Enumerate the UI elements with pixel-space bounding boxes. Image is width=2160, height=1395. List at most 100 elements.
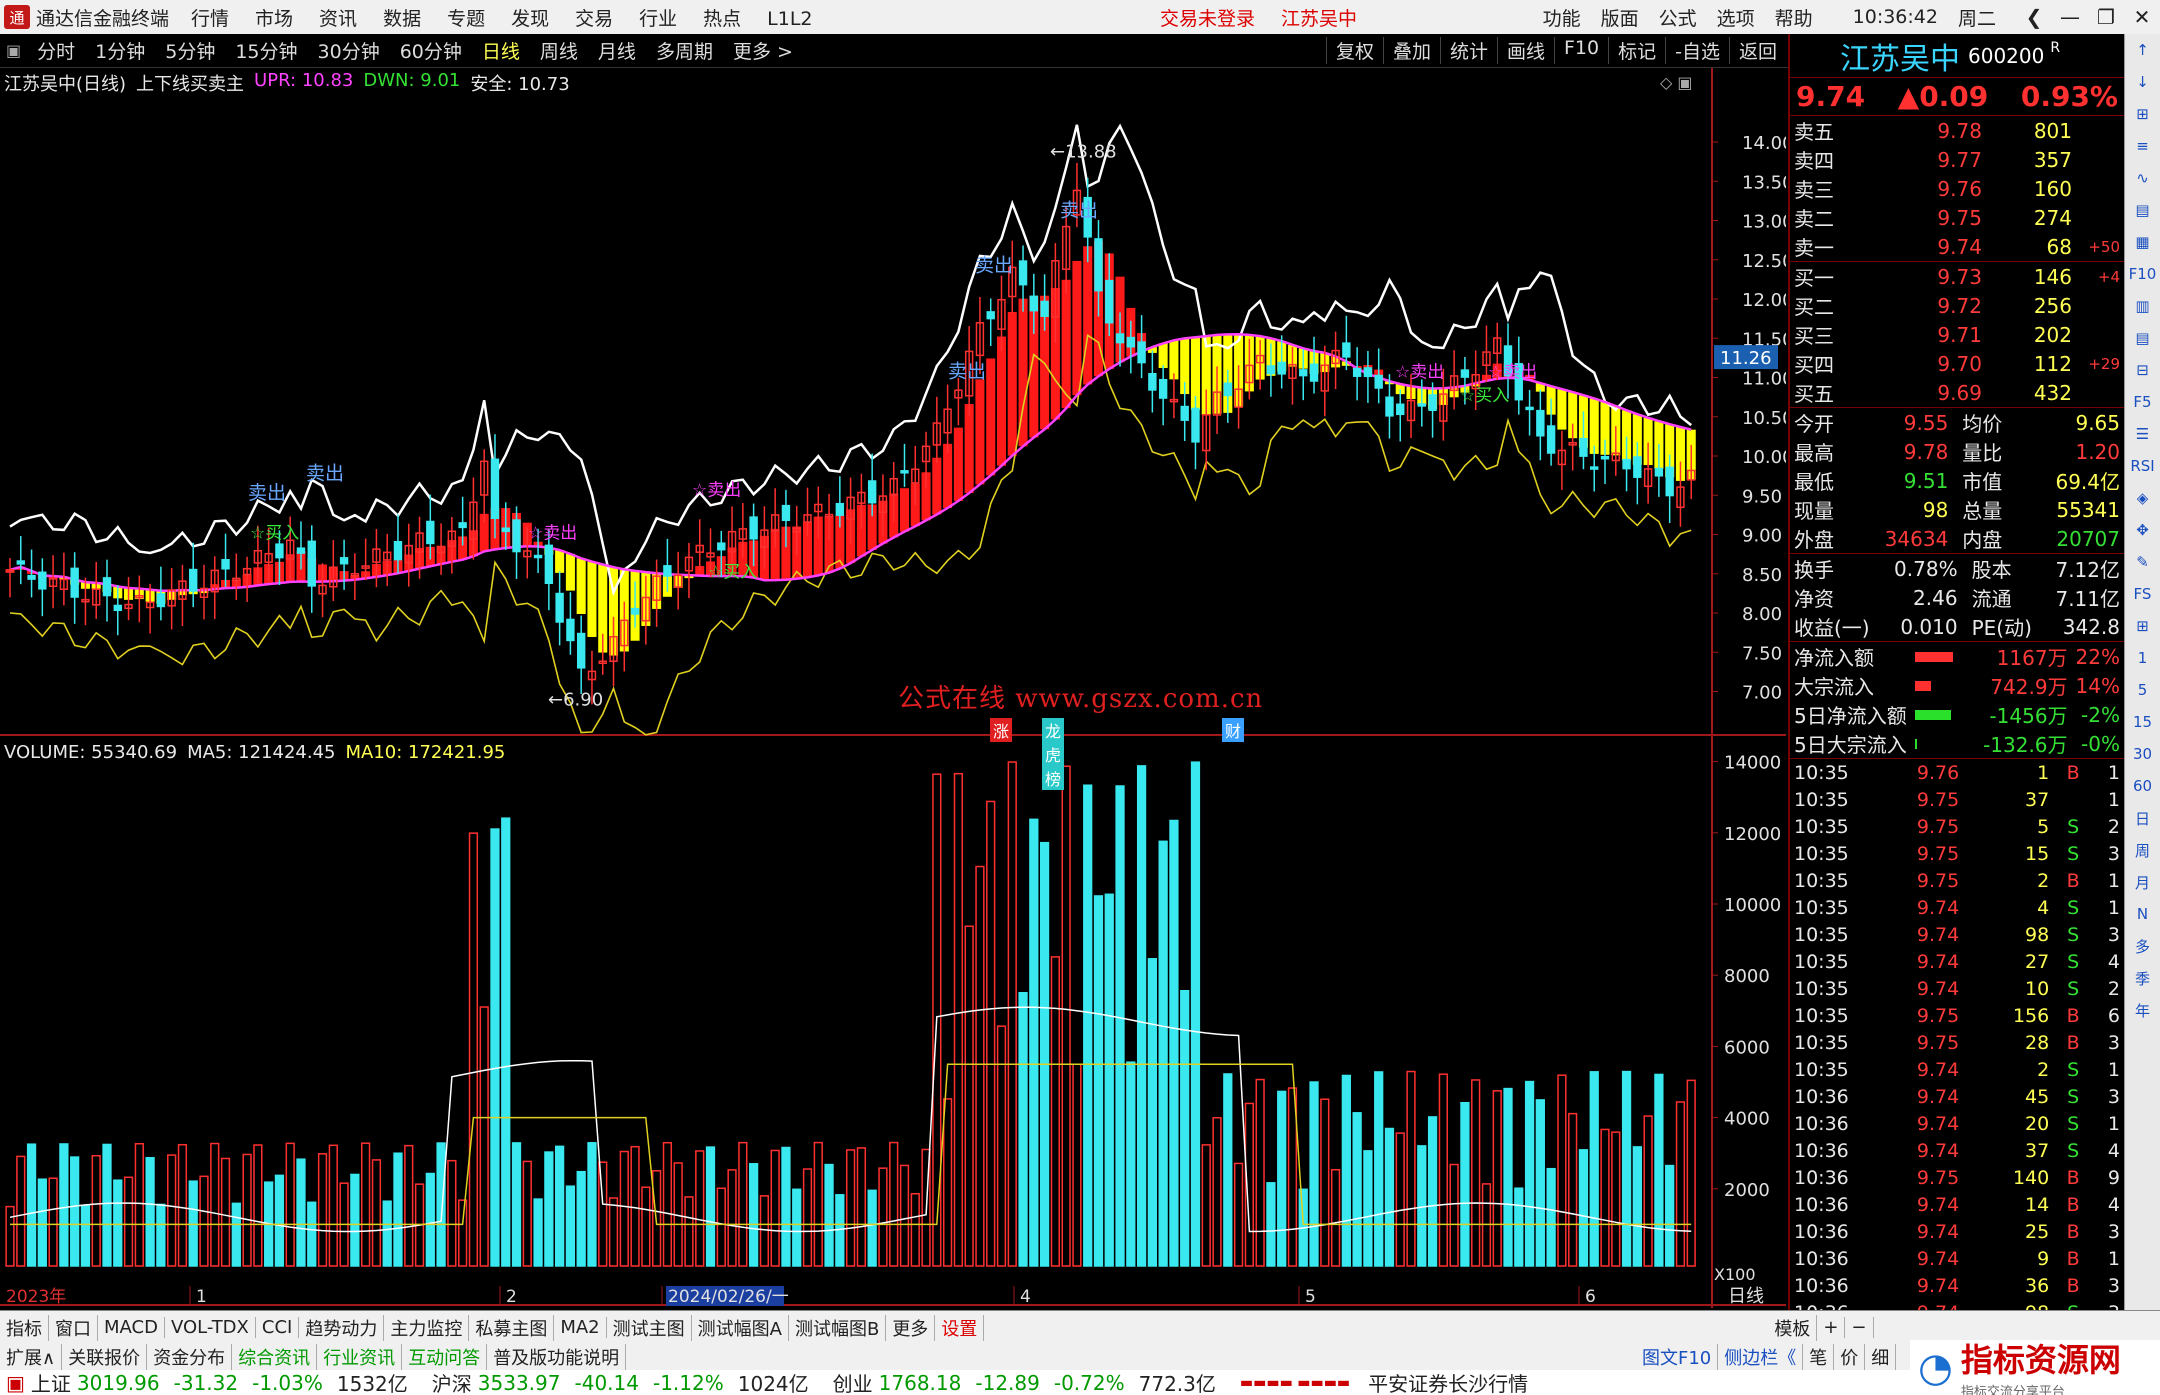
menu-item-4[interactable]: 专题	[447, 8, 485, 30]
event-marker-2[interactable]: 财	[1222, 718, 1245, 742]
side-tool-16[interactable]: ✎	[2125, 546, 2160, 578]
indicator-tab-1[interactable]: 窗口	[49, 1314, 98, 1341]
indicator-tab-6[interactable]: 主力监控	[384, 1314, 470, 1341]
side-tool-10[interactable]: ⊟	[2125, 354, 2160, 386]
panel-toggle-icon[interactable]: ▣	[0, 41, 27, 60]
ext-tab-6[interactable]: 普及版功能说明	[487, 1344, 627, 1370]
indicator-tab-10[interactable]: 测试幅图A	[692, 1314, 789, 1341]
side-tool-26[interactable]: 月	[2125, 866, 2160, 898]
side-tool-1[interactable]: ↓	[2125, 66, 2160, 98]
kline-chart[interactable]: 14.0013.5013.0012.5012.0011.5011.0010.50…	[0, 68, 1786, 1310]
side-tool-11[interactable]: F5	[2125, 386, 2160, 418]
ext-tab-1[interactable]: 关联报价	[62, 1344, 148, 1370]
menu-item-3[interactable]: 数据	[383, 8, 421, 30]
indicator-tab-7[interactable]: 私募主图	[469, 1314, 555, 1341]
period-tab-3[interactable]: 15分钟	[225, 37, 307, 64]
menu-item-2[interactable]: 资讯	[319, 8, 357, 30]
top-menu-1[interactable]: 版面	[1601, 4, 1639, 31]
side-tool-22[interactable]: 30	[2125, 738, 2160, 770]
period-tab-4[interactable]: 30分钟	[308, 37, 390, 64]
side-tool-0[interactable]: ↑	[2125, 34, 2160, 66]
chart-tool-5[interactable]: 标记	[1608, 37, 1665, 64]
chart-tool-0[interactable]: 复权	[1325, 37, 1383, 64]
side-tool-4[interactable]: ∿	[2125, 162, 2160, 194]
restore-icon[interactable]: ❮	[2016, 5, 2052, 29]
side-tool-17[interactable]: FS	[2125, 578, 2160, 610]
side-tool-6[interactable]: ▦	[2125, 226, 2160, 258]
ext-right-2[interactable]: 笔	[1803, 1344, 1835, 1370]
zoom-btn-0[interactable]: +	[1817, 1317, 1846, 1338]
period-tab-0[interactable]: 分时	[27, 37, 85, 64]
side-tool-21[interactable]: 15	[2125, 706, 2160, 738]
side-tool-15[interactable]: ✥	[2125, 514, 2160, 546]
maximize-icon[interactable]: ❐	[2088, 5, 2124, 29]
side-tool-18[interactable]: ⊞	[2125, 610, 2160, 642]
menu-item-6[interactable]: 交易	[575, 8, 613, 30]
menu-item-8[interactable]: 热点	[703, 8, 741, 30]
top-menu-2[interactable]: 公式	[1659, 4, 1697, 31]
event-marker-0[interactable]: 涨	[990, 718, 1013, 742]
side-tool-12[interactable]: ☰	[2125, 418, 2160, 450]
chart-tool-7[interactable]: 返回	[1728, 37, 1786, 64]
chart-tool-1[interactable]: 叠加	[1382, 37, 1440, 64]
index-name[interactable]: 沪深	[432, 1368, 472, 1395]
side-tool-14[interactable]: ◈	[2125, 482, 2160, 514]
period-tab-5[interactable]: 60分钟	[390, 37, 472, 64]
menu-item-1[interactable]: 市场	[255, 8, 293, 30]
tick-table[interactable]: 10:35 9.76 1 B 1 10:35 9.75 37 1 10:35 9.75 5 S 2 10:3…	[1790, 759, 2124, 1326]
indicator-tab-14[interactable]: 模板	[1768, 1314, 1818, 1341]
period-tab-1[interactable]: 1分钟	[85, 37, 155, 64]
indicator-tab-4[interactable]: CCI	[256, 1317, 300, 1338]
side-tool-5[interactable]: ▤	[2125, 194, 2160, 226]
side-tool-28[interactable]: 多	[2125, 930, 2160, 962]
indicator-tab-8[interactable]: MA2	[554, 1317, 607, 1338]
side-tool-2[interactable]: ⊞	[2125, 98, 2160, 130]
ext-right-1[interactable]: 侧边栏《	[1718, 1344, 1804, 1370]
ext-tab-0[interactable]: 扩展∧	[0, 1344, 63, 1370]
indicator-tab-9[interactable]: 测试主图	[607, 1314, 692, 1341]
side-tool-3[interactable]: ≡	[2125, 130, 2160, 162]
index-name[interactable]: 上证	[31, 1368, 71, 1395]
indicator-tab-0[interactable]: 指标	[0, 1314, 49, 1341]
side-tool-29[interactable]: 季	[2125, 962, 2160, 994]
indicator-tab-12[interactable]: 更多	[886, 1314, 936, 1341]
ext-tab-2[interactable]: 资金分布	[147, 1344, 233, 1370]
chart-tool-4[interactable]: F10	[1554, 37, 1608, 64]
side-tool-20[interactable]: 5	[2125, 674, 2160, 706]
side-tool-23[interactable]: 60	[2125, 770, 2160, 802]
indicator-tab-3[interactable]: VOL-TDX	[165, 1317, 256, 1338]
status-1[interactable]: 江苏吴中	[1281, 8, 1357, 30]
period-tab-8[interactable]: 月线	[588, 37, 646, 64]
top-menu-0[interactable]: 功能	[1543, 4, 1581, 31]
period-tab-2[interactable]: 5分钟	[155, 37, 225, 64]
minimize-icon[interactable]: —	[2052, 5, 2088, 29]
ext-tab-5[interactable]: 互动问答	[402, 1344, 488, 1370]
side-tool-27[interactable]: N	[2125, 898, 2160, 930]
indicator-tab-2[interactable]: MACD	[98, 1317, 165, 1338]
menu-item-5[interactable]: 发现	[511, 8, 549, 30]
index-name[interactable]: 创业	[833, 1368, 873, 1395]
chart-tool-6[interactable]: -自选	[1665, 37, 1729, 64]
side-tool-8[interactable]: ▥	[2125, 290, 2160, 322]
side-tool-9[interactable]: ▤	[2125, 322, 2160, 354]
side-tool-19[interactable]: 1	[2125, 642, 2160, 674]
ext-tab-3[interactable]: 综合资讯	[232, 1344, 318, 1370]
ext-right-0[interactable]: 图文F10	[1636, 1344, 1719, 1370]
ext-right-3[interactable]: 价	[1834, 1344, 1866, 1370]
period-tab-7[interactable]: 周线	[530, 37, 588, 64]
side-tool-30[interactable]: 年	[2125, 994, 2160, 1026]
ext-right-4[interactable]: 细	[1865, 1344, 1897, 1370]
menu-item-0[interactable]: 行情	[191, 8, 229, 30]
side-tool-24[interactable]: 日	[2125, 802, 2160, 834]
side-tool-13[interactable]: RSI	[2125, 450, 2160, 482]
period-tab-6[interactable]: 日线	[472, 37, 530, 64]
period-tab-9[interactable]: 多周期	[646, 37, 723, 64]
ext-tab-4[interactable]: 行业资讯	[317, 1344, 403, 1370]
indicator-name[interactable]: 上下线买卖主	[136, 70, 244, 95]
indicator-tab-11[interactable]: 测试幅图B	[789, 1314, 887, 1341]
event-marker-1[interactable]: 龙虎榜	[1042, 718, 1065, 790]
indicator-tab-13[interactable]: 设置	[935, 1314, 985, 1341]
menu-item-7[interactable]: 行业	[639, 8, 677, 30]
side-tool-25[interactable]: 周	[2125, 834, 2160, 866]
close-icon[interactable]: ✕	[2124, 5, 2160, 29]
